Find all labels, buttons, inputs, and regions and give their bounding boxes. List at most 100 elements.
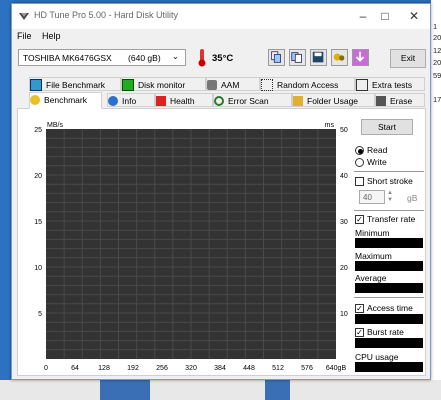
stroke-unit: gB	[407, 193, 418, 203]
short-stroke-label: Short stroke	[367, 176, 413, 186]
save-icon[interactable]	[310, 49, 327, 66]
benchmark-panel: MB/s ms 25 20 15 10 5 50 40 30 20 10 0 64 128 192 256 320…	[17, 108, 426, 376]
read-label: Read	[367, 145, 388, 155]
close-button[interactable]: ✕	[401, 7, 427, 25]
exit-button[interactable]: Exit	[390, 49, 426, 68]
burst-rate-label: Burst rate	[367, 327, 404, 337]
desktop-taskbar-item[interactable]	[100, 380, 150, 400]
window-title: HD Tune Pro 5.00 - Hard Disk Utility	[34, 10, 179, 20]
burst-rate-checkbox[interactable]: ✓	[355, 328, 364, 337]
title-bar[interactable]: HD Tune Pro 5.00 - Hard Disk Utility – □…	[12, 4, 430, 29]
tab-error-scan[interactable]: Error Scan	[213, 93, 292, 107]
copy-screenshot-icon[interactable]	[289, 49, 306, 66]
toolbar: TOSHIBA MK6476GSX (640 gB) ⌄ 35°C Exit	[12, 43, 430, 73]
chevron-down-icon[interactable]: ⌄	[172, 53, 180, 61]
desktop-text: 17	[433, 95, 441, 104]
x-tick-label: 320	[185, 365, 197, 372]
cpu-usage-value	[355, 362, 423, 372]
stroke-size-input[interactable]: 40	[359, 190, 385, 204]
x-tick-label: 128	[98, 365, 110, 372]
desktop-text: 20	[433, 58, 441, 67]
transfer-rate-checkbox[interactable]: ✓	[355, 215, 364, 224]
left-axis-unit: MB/s	[47, 122, 63, 129]
menu-help[interactable]: Help	[42, 31, 61, 41]
access-time-value	[355, 314, 423, 324]
tab-benchmark[interactable]: Benchmark	[29, 92, 102, 109]
info-icon	[108, 95, 118, 106]
x-tick-label: 576	[301, 365, 313, 372]
desktop-taskbar-item[interactable]	[265, 380, 290, 400]
divider	[354, 297, 424, 298]
x-tick-label: 256	[156, 365, 168, 372]
tab-folder-usage[interactable]: Folder Usage	[292, 93, 375, 107]
maximum-label: Maximum	[355, 251, 392, 261]
stroke-spinner[interactable]: ▲ ▼	[387, 190, 395, 204]
file-benchmark-icon	[30, 78, 42, 91]
extra-tests-icon	[356, 78, 368, 91]
y2-tick-label: 10	[340, 311, 348, 318]
write-label: Write	[367, 157, 387, 167]
start-button[interactable]: Start	[361, 119, 413, 135]
tab-disk-monitor[interactable]: Disk monitor	[121, 77, 206, 91]
burst-rate-value	[355, 338, 423, 348]
temperature-readout: 35°C	[212, 53, 234, 64]
y-tick-label: 15	[34, 219, 42, 226]
short-stroke-checkbox[interactable]	[355, 177, 364, 186]
benchmark-icon	[30, 94, 40, 105]
x-tick-label: 0	[44, 365, 48, 372]
app-window: HD Tune Pro 5.00 - Hard Disk Utility – □…	[11, 3, 431, 380]
right-axis-unit: ms	[325, 122, 335, 129]
download-arrow-icon[interactable]	[352, 49, 369, 66]
magnifier-icon	[214, 95, 224, 106]
desktop-text: 20	[433, 33, 441, 42]
y2-tick-label: 20	[340, 265, 348, 272]
tab-extra-tests[interactable]: Extra tests	[355, 77, 425, 91]
access-time-checkbox[interactable]: ✓	[355, 304, 364, 313]
health-cross-icon	[156, 95, 166, 106]
y2-tick-label: 30	[340, 219, 348, 226]
average-label: Average	[355, 273, 387, 283]
options-icon[interactable]	[331, 49, 348, 66]
read-radio[interactable]	[355, 146, 364, 155]
transfer-rate-label: Transfer rate	[367, 214, 416, 224]
y2-tick-label: 40	[340, 173, 348, 180]
divider	[354, 171, 424, 172]
x-tick-label: 192	[127, 365, 139, 372]
x-tick-label: 384	[214, 365, 226, 372]
divider	[354, 210, 424, 211]
x-tick-label: 64	[71, 365, 79, 372]
y-tick-label: 25	[34, 127, 42, 134]
menu-bar: File Help	[12, 29, 430, 43]
drive-size: (640 gB)	[128, 53, 161, 63]
y2-tick-label: 50	[340, 127, 348, 134]
drive-select[interactable]: TOSHIBA MK6476GSX (640 gB)	[18, 49, 186, 66]
cpu-usage-label: CPU usage	[355, 352, 399, 362]
tab-aam[interactable]: AAM	[206, 77, 260, 91]
hdtune-app-icon	[19, 13, 29, 20]
copy-text-icon[interactable]	[268, 49, 285, 66]
access-time-label: Access time	[367, 303, 413, 313]
desktop-text: 59	[433, 71, 441, 80]
x-tick-label: 448	[243, 365, 255, 372]
drive-name: TOSHIBA MK6476GSX	[23, 53, 112, 63]
folder-icon	[293, 95, 303, 106]
desktop-text: 12	[433, 46, 441, 55]
minimum-label: Minimum	[355, 228, 390, 238]
tab-info[interactable]: Info	[107, 93, 155, 107]
tab-random-access[interactable]: Random Access	[260, 77, 355, 91]
y-tick-label: 5	[38, 311, 42, 318]
benchmark-chart: MB/s ms 25 20 15 10 5 50 40 30 20 10 0 64 128 192 256 320…	[34, 122, 348, 372]
menu-file[interactable]: File	[17, 31, 32, 41]
average-value	[355, 283, 423, 293]
write-radio[interactable]	[355, 158, 364, 167]
tab-file-benchmark[interactable]: File Benchmark	[29, 77, 121, 91]
desktop-text: 1	[433, 22, 438, 31]
y-tick-label: 20	[34, 173, 42, 180]
minimum-value	[355, 238, 423, 248]
tab-erase[interactable]: Erase	[375, 93, 425, 107]
tab-health[interactable]: Health	[155, 93, 213, 107]
thermometer-icon	[198, 49, 206, 67]
x-tick-label: 640gB	[326, 365, 347, 372]
y-tick-label: 10	[34, 265, 42, 272]
maximize-button[interactable]: □	[372, 7, 398, 25]
